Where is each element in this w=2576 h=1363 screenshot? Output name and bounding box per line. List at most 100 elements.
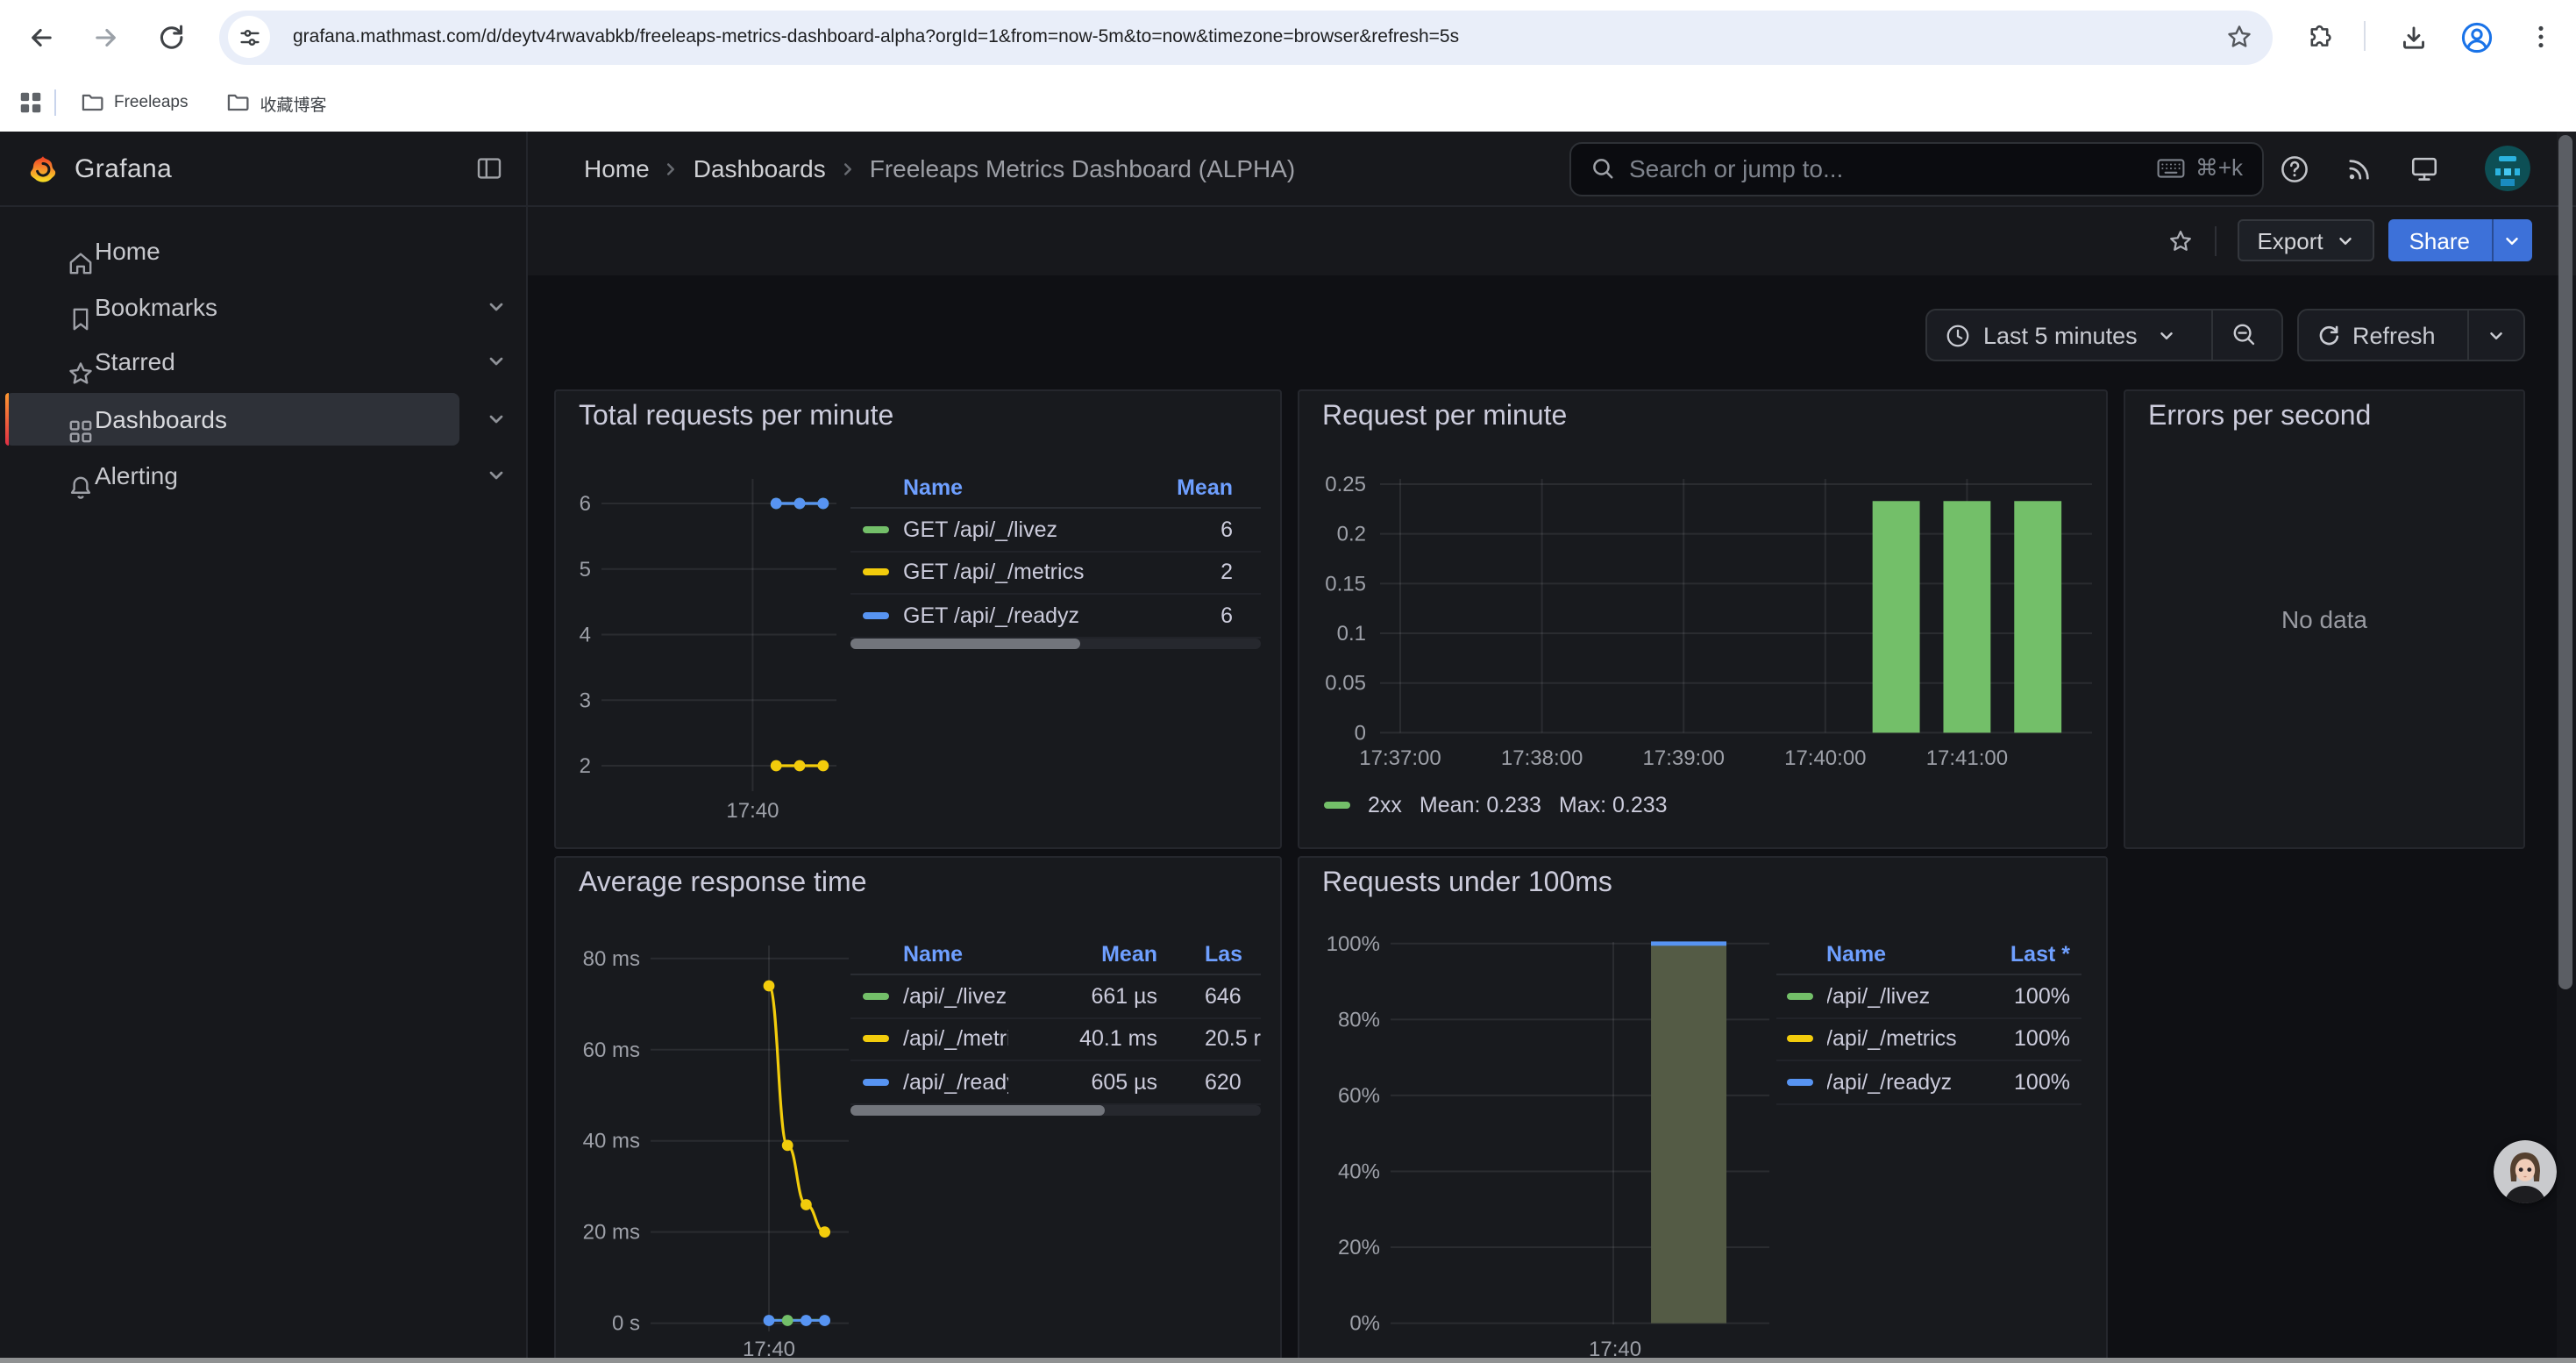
svg-text:17:40: 17:40: [726, 799, 779, 823]
profile-icon[interactable]: [2460, 20, 2494, 54]
help-icon[interactable]: [2280, 154, 2309, 184]
legend-series-name[interactable]: GET /api/_/metrics: [903, 560, 1085, 585]
chevron-down-icon[interactable]: [486, 351, 507, 372]
panel-request-per-minute: Request per minute 0.250.20.150.10.05017…: [1298, 389, 2108, 849]
legend-cell: 100%: [2014, 984, 2081, 1009]
svg-text:0.05: 0.05: [1325, 672, 1366, 696]
breadcrumb-item[interactable]: Home: [584, 155, 650, 183]
apps-grid-icon[interactable]: [17, 89, 43, 115]
legend-row: /api/_/readyz605 µs620: [850, 1061, 1261, 1104]
sidebar-item-alerting[interactable]: Alerting: [0, 448, 526, 501]
menu-icon[interactable]: [2527, 22, 2555, 50]
sidebar-item-label: Bookmarks: [95, 280, 217, 332]
monitor-icon[interactable]: [2409, 154, 2439, 184]
dock-menu-icon[interactable]: [475, 154, 503, 182]
clock-icon: [1945, 322, 1971, 348]
svg-text:0 s: 0 s: [612, 1312, 640, 1336]
svg-text:40 ms: 40 ms: [583, 1130, 640, 1153]
refresh-button[interactable]: Refresh: [2298, 310, 2466, 360]
legend-col-header: Mean: [1008, 941, 1157, 966]
extensions-icon[interactable]: [2304, 23, 2332, 51]
series-name[interactable]: 2xx: [1368, 793, 1402, 817]
back-icon[interactable]: [25, 22, 55, 52]
legend-col-name[interactable]: Name: [1826, 941, 1886, 966]
legend-series-name[interactable]: /api/_/readyz: [1826, 1070, 1952, 1095]
sidebar-item-home[interactable]: Home: [0, 224, 526, 276]
legend-series-name[interactable]: /api/_/metrics: [1826, 1027, 1957, 1052]
screen: grafana.mathmast.com/d/deytv4rwavabkb/fr…: [0, 0, 2576, 1363]
forward-icon[interactable]: [90, 22, 120, 52]
breadcrumb-item[interactable]: Freeleaps Metrics Dashboard (ALPHA): [870, 155, 1296, 183]
legend-cell: 100%: [2014, 1070, 2081, 1095]
svg-text:100%: 100%: [1327, 932, 1380, 956]
series-color-pill: [862, 569, 888, 576]
legend-scrollbar[interactable]: [850, 638, 1261, 649]
url-text[interactable]: grafana.mathmast.com/d/deytv4rwavabkb/fr…: [293, 10, 1459, 64]
legend-cell: 605 µs: [1008, 1070, 1157, 1095]
svg-text:17:38:00: 17:38:00: [1501, 746, 1583, 770]
legend-cell: 646: [1157, 984, 1261, 1009]
chevron-down-icon: [2486, 325, 2505, 345]
legend-cell: 6: [1220, 603, 1261, 628]
series-max: Max: 0.233: [1559, 793, 1668, 817]
news-icon[interactable]: [2345, 154, 2374, 184]
refresh-interval-chevron[interactable]: [2466, 310, 2523, 360]
bookmark-star-icon[interactable]: [2225, 23, 2253, 51]
grafana-brand[interactable]: Grafana: [27, 132, 172, 206]
panel-title[interactable]: Average response time: [579, 868, 867, 900]
share-button[interactable]: Share: [2388, 219, 2532, 262]
series-color-pill: [862, 483, 888, 490]
bookmark-folder[interactable]: Freeleaps: [65, 82, 204, 124]
svg-text:0.25: 0.25: [1325, 473, 1366, 496]
legend-cell: 620: [1157, 1070, 1261, 1095]
panel-title[interactable]: Request per minute: [1322, 402, 1567, 433]
folder-icon: [81, 91, 103, 114]
panel-title[interactable]: Requests under 100ms: [1322, 868, 1612, 900]
user-avatar[interactable]: [2485, 146, 2530, 191]
share-menu-chevron[interactable]: [2491, 219, 2532, 262]
sidebar-item-bookmarks[interactable]: Bookmarks: [0, 280, 526, 332]
chevron-down-icon[interactable]: [486, 409, 507, 430]
legend-series-name[interactable]: GET /api/_/livez: [903, 517, 1057, 542]
legend-series-name[interactable]: /api/_/livez: [1826, 984, 1930, 1009]
svg-text:3: 3: [580, 689, 591, 712]
panel-requests-under-100ms: Requests under 100ms 100%80%60%40%20%0%1…: [1298, 856, 2108, 1363]
chevron-down-icon[interactable]: [486, 296, 507, 317]
assistant-avatar[interactable]: [2494, 1140, 2557, 1203]
svg-text:20%: 20%: [1338, 1236, 1380, 1260]
zoom-out-button[interactable]: [2211, 310, 2276, 360]
legend-series-name[interactable]: /api/_/livez: [903, 984, 1007, 1009]
svg-text:40%: 40%: [1338, 1160, 1380, 1183]
address-bar[interactable]: grafana.mathmast.com/d/deytv4rwavabkb/fr…: [219, 10, 2273, 64]
breadcrumb-separator-icon: [662, 160, 681, 179]
legend-scrollbar[interactable]: [850, 1104, 1261, 1116]
legend-row: /api/_/livez661 µs646: [850, 975, 1261, 1018]
legend-col-name[interactable]: Name: [903, 941, 963, 966]
svg-text:4: 4: [580, 624, 591, 647]
legend-header-row: NameMeanLas: [850, 933, 1261, 975]
search-input[interactable]: Search or jump to... ⌘+k: [1569, 141, 2264, 196]
legend-series-name[interactable]: /api/_/metrics: [903, 1027, 1008, 1052]
downloads-icon[interactable]: [2399, 22, 2429, 52]
sidebar-item-dashboards[interactable]: Dashboards: [0, 393, 526, 446]
grafana-app: Grafana Home Dashboards Freeleaps Metrics …: [0, 132, 2576, 1363]
sidebar-item-label: Starred: [95, 335, 175, 388]
site-settings-icon[interactable]: [228, 16, 270, 58]
series-color-pill: [862, 1079, 888, 1086]
page-scrollbar[interactable]: [2556, 132, 2576, 1363]
panel-title[interactable]: Total requests per minute: [579, 402, 893, 433]
breadcrumb: Home Dashboards Freeleaps Metrics Dashboar…: [584, 132, 1295, 206]
breadcrumb-item[interactable]: Dashboards: [694, 155, 826, 183]
reload-icon[interactable]: [155, 21, 185, 51]
chevron-down-icon[interactable]: [486, 464, 507, 485]
sidebar-item-starred[interactable]: Starred: [0, 335, 526, 388]
export-button[interactable]: Export: [2238, 219, 2373, 262]
time-range-picker[interactable]: Last 5 minutes: [1927, 310, 2211, 360]
legend-col-name[interactable]: Name: [903, 475, 963, 499]
panel-title[interactable]: Errors per second: [2148, 402, 2371, 433]
bookmark-folder[interactable]: 收藏博客: [211, 82, 343, 124]
legend-series-name[interactable]: GET /api/_/readyz: [903, 603, 1079, 628]
legend-series-name[interactable]: /api/_/readyz: [903, 1070, 1008, 1095]
favorite-star-icon[interactable]: [2167, 227, 2194, 253]
series-color-pill: [862, 526, 888, 533]
